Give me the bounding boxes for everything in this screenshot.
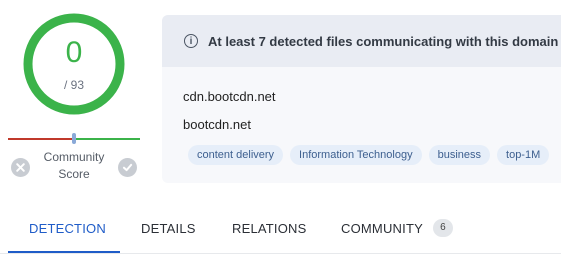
tag-information-technology[interactable]: Information Technology [290,145,422,165]
tag-top-1m[interactable]: top-1M [497,145,550,165]
tag-business[interactable]: business [428,145,491,165]
tab-details-label: DETAILS [141,221,196,236]
detected-files-banner[interactable]: i At least 7 detected files communicatin… [162,15,561,67]
community-score-label: Community Score [34,149,114,183]
community-count-badge: 6 [432,219,453,237]
tab-community-label: COMMUNITY [341,220,423,236]
tabs-divider [0,253,561,254]
tag-list: content delivery Information Technology … [188,145,550,165]
detection-score-value: 0 [65,36,83,69]
community-label-line2: Score [58,167,90,181]
tab-relations-label: RELATIONS [232,221,307,236]
vote-harmless-button[interactable] [118,158,137,177]
community-score-marker [72,133,76,144]
close-icon [16,163,25,172]
tab-details[interactable]: DETAILS [141,221,196,236]
tab-relations[interactable]: RELATIONS [232,221,307,236]
community-label-line1: Community [43,150,105,164]
tag-content-delivery[interactable]: content delivery [188,145,284,165]
tab-detection[interactable]: DETECTION [29,221,106,236]
tab-detection-label: DETECTION [29,221,106,236]
vote-malicious-button[interactable] [11,158,30,177]
check-icon [122,163,133,172]
tab-bar: DETECTION DETAILS RELATIONS COMMUNITY 6 [0,210,561,254]
banner-text: At least 7 detected files communicating … [208,33,559,49]
domain-name[interactable]: cdn.bootcdn.net [183,89,276,104]
tab-community[interactable]: COMMUNITY 6 [341,219,453,237]
detection-score-total: / 93 [63,78,84,92]
parent-domain-name[interactable]: bootcdn.net [183,117,251,132]
domain-info-card: i At least 7 detected files communicatin… [162,15,561,183]
info-icon: i [184,34,198,48]
